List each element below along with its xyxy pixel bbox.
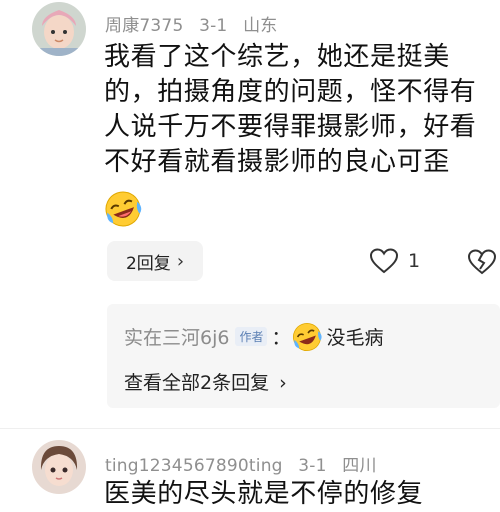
reply-username[interactable]: 实在三河6j6: [124, 323, 229, 350]
comment-line: 的，拍摄角度的问题，怪不得有: [104, 77, 477, 107]
chevron-right-icon: ›: [279, 372, 287, 394]
laughing-crying-emoji-icon: [291, 321, 325, 351]
username[interactable]: 周康7375: [105, 16, 183, 36]
avatar[interactable]: [32, 2, 86, 56]
view-all-replies-link[interactable]: 查看全部2条回复 ›: [124, 368, 287, 395]
broken-heart-icon: [467, 249, 497, 275]
comment-text: 我看了这个综艺，她还是挺美 的，拍摄角度的问题，怪不得有 人说千万不要得罪摄影师…: [104, 40, 476, 180]
comment-location: 四川: [342, 456, 377, 476]
reply-colon: ：: [271, 326, 291, 349]
view-all-label: 查看全部2条回复: [124, 372, 270, 394]
comment-line: 人说千万不要得罪摄影师，好看: [104, 112, 477, 142]
username[interactable]: ting1234567890ting: [105, 456, 283, 476]
like-count: 1: [408, 250, 421, 272]
replies-label: 2回复: [125, 253, 171, 274]
replies-button[interactable]: 2回复 ›: [107, 241, 203, 281]
comment-date: 3-1: [199, 16, 228, 36]
heart-icon: [370, 248, 398, 274]
dislike-button[interactable]: [467, 249, 497, 279]
comment-meta: 周康7375 3-1 山东: [105, 11, 287, 36]
laughing-crying-emoji-icon: [103, 189, 143, 233]
avatar[interactable]: [32, 440, 86, 494]
comment-meta: ting1234567890ting 3-1 四川: [105, 451, 387, 476]
comment-line: 我看了这个综艺，她还是挺美: [104, 42, 450, 72]
comment-text: 医美的尽头就是不停的修复: [104, 479, 424, 509]
like-button[interactable]: 1: [370, 248, 420, 274]
author-badge: 作者: [235, 326, 268, 346]
divider: [0, 428, 500, 429]
reply-text: 没毛病: [326, 326, 384, 349]
comment-date: 3-1: [298, 456, 327, 476]
comment-location: 山东: [243, 16, 278, 36]
chevron-right-icon: ›: [176, 250, 185, 272]
reply-row: 实在三河6j6 作者 ： 没毛病: [124, 321, 384, 351]
comment-line: 不好看就看摄影师的良心可歪: [104, 147, 450, 177]
